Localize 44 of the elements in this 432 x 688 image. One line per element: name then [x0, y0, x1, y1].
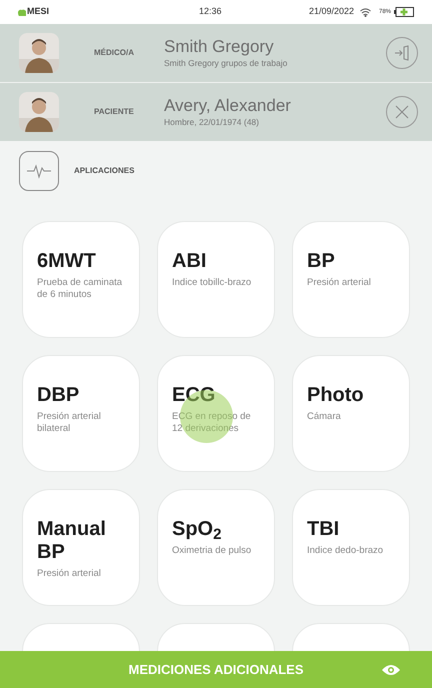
- app-title: 6MWT: [37, 250, 97, 273]
- role-label: MÉDICO/A: [94, 47, 135, 59]
- wifi-icon: [360, 8, 371, 16]
- close-icon: [394, 104, 410, 120]
- heartbeat-icon: [19, 151, 59, 191]
- app-title: SpO$_{2}$: [172, 518, 222, 541]
- app-description: Indice tobillc-brazo: [172, 277, 252, 289]
- person-detail: Smith Gregory grupos de trabajo: [164, 56, 288, 70]
- app-description: Presión arterial: [307, 277, 372, 289]
- person-detail: Hombre, 22/01/1974 (48): [164, 116, 260, 128]
- person-name: Avery, Alexander: [164, 96, 292, 116]
- leaf-icon: [18, 8, 26, 16]
- app-tile[interactable]: 6MWT Prueba de caminata de 6 minutos: [22, 221, 140, 338]
- logout-button[interactable]: [386, 37, 418, 69]
- app-tile[interactable]: ABI Indice tobillc-brazo: [157, 221, 275, 338]
- app-description: Presión arterial bilateral: [37, 411, 102, 435]
- app-title: BP: [307, 250, 336, 273]
- app-tile[interactable]: BP Presión arterial: [292, 221, 410, 338]
- person-name: Smith Gregory: [164, 36, 275, 57]
- date: 21/09/2022: [308, 5, 354, 18]
- app-description: Cámara: [307, 411, 342, 423]
- app-title: Photo: [307, 384, 365, 407]
- door-enter-icon: [394, 45, 410, 61]
- app-tile[interactable]: TBI Indice dedo-brazo: [292, 489, 410, 606]
- role-label: PACIENTE: [94, 106, 135, 118]
- app-description: Presión arterial: [37, 568, 102, 580]
- app-tile[interactable]: Manual BP Presión arterial: [22, 489, 140, 606]
- app-description: Prueba de caminata de 6 minutos: [37, 277, 124, 301]
- app-description: Indice dedo-brazo: [307, 545, 384, 557]
- eye-icon: [382, 664, 400, 676]
- app-description: Oximetria de pulso: [172, 545, 252, 557]
- app-title: DBP: [37, 384, 80, 407]
- clock: 12:36: [199, 5, 222, 18]
- app-tile[interactable]: SpO$_{2}$ Oximetria de pulso: [157, 489, 275, 606]
- close-button[interactable]: [386, 96, 418, 128]
- app-tile[interactable]: DBP Presión arterial bilateral: [22, 355, 140, 472]
- section-title: APLICACIONES: [74, 165, 134, 177]
- app-tile[interactable]: Photo Cámara: [292, 355, 410, 472]
- battery-charging-icon: [394, 7, 414, 17]
- app-title: ABI: [172, 250, 208, 273]
- app-title: Manual BP: [37, 518, 107, 564]
- app-title: ECG: [172, 384, 216, 407]
- brand-label: MESI: [27, 5, 50, 18]
- app-title: TBI: [307, 518, 340, 541]
